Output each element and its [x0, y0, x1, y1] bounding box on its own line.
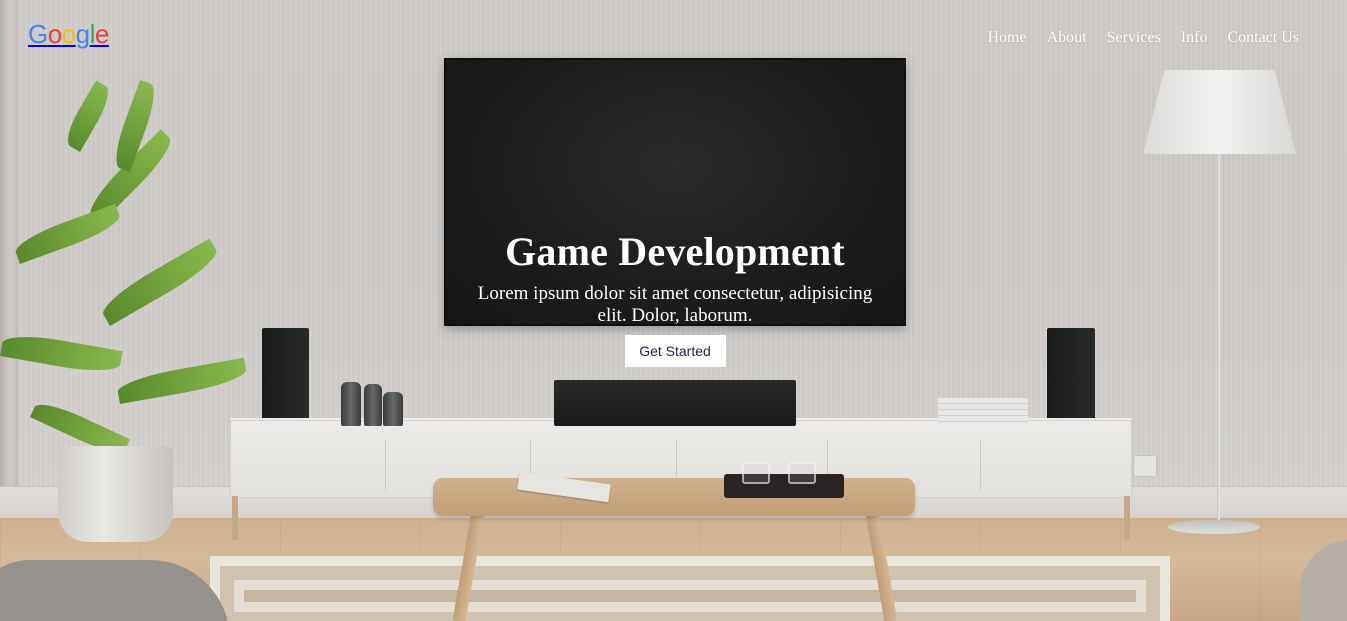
- nav-link-about[interactable]: About: [1047, 28, 1087, 48]
- get-started-button[interactable]: Get Started: [624, 335, 726, 367]
- nav-link-home[interactable]: Home: [987, 28, 1026, 48]
- logo-letter: G: [28, 19, 48, 49]
- hero-title: Game Development: [505, 229, 845, 274]
- nav-link-services[interactable]: Services: [1107, 28, 1161, 48]
- hero-section: Game Development Lorem ipsum dolor sit a…: [474, 229, 876, 367]
- nav-link-info[interactable]: Info: [1181, 28, 1208, 48]
- hero-description: Lorem ipsum dolor sit amet consectetur, …: [477, 283, 873, 326]
- nav-link-contact-us[interactable]: Contact Us: [1227, 28, 1299, 48]
- logo-letter: e: [94, 19, 109, 49]
- main-nav: Home About Services Info Contact Us: [967, 28, 1299, 48]
- brand-logo[interactable]: G o o g l e: [28, 19, 109, 50]
- logo-letter: o: [47, 19, 62, 49]
- logo-letter: o: [61, 19, 76, 49]
- logo-letter: g: [75, 19, 90, 49]
